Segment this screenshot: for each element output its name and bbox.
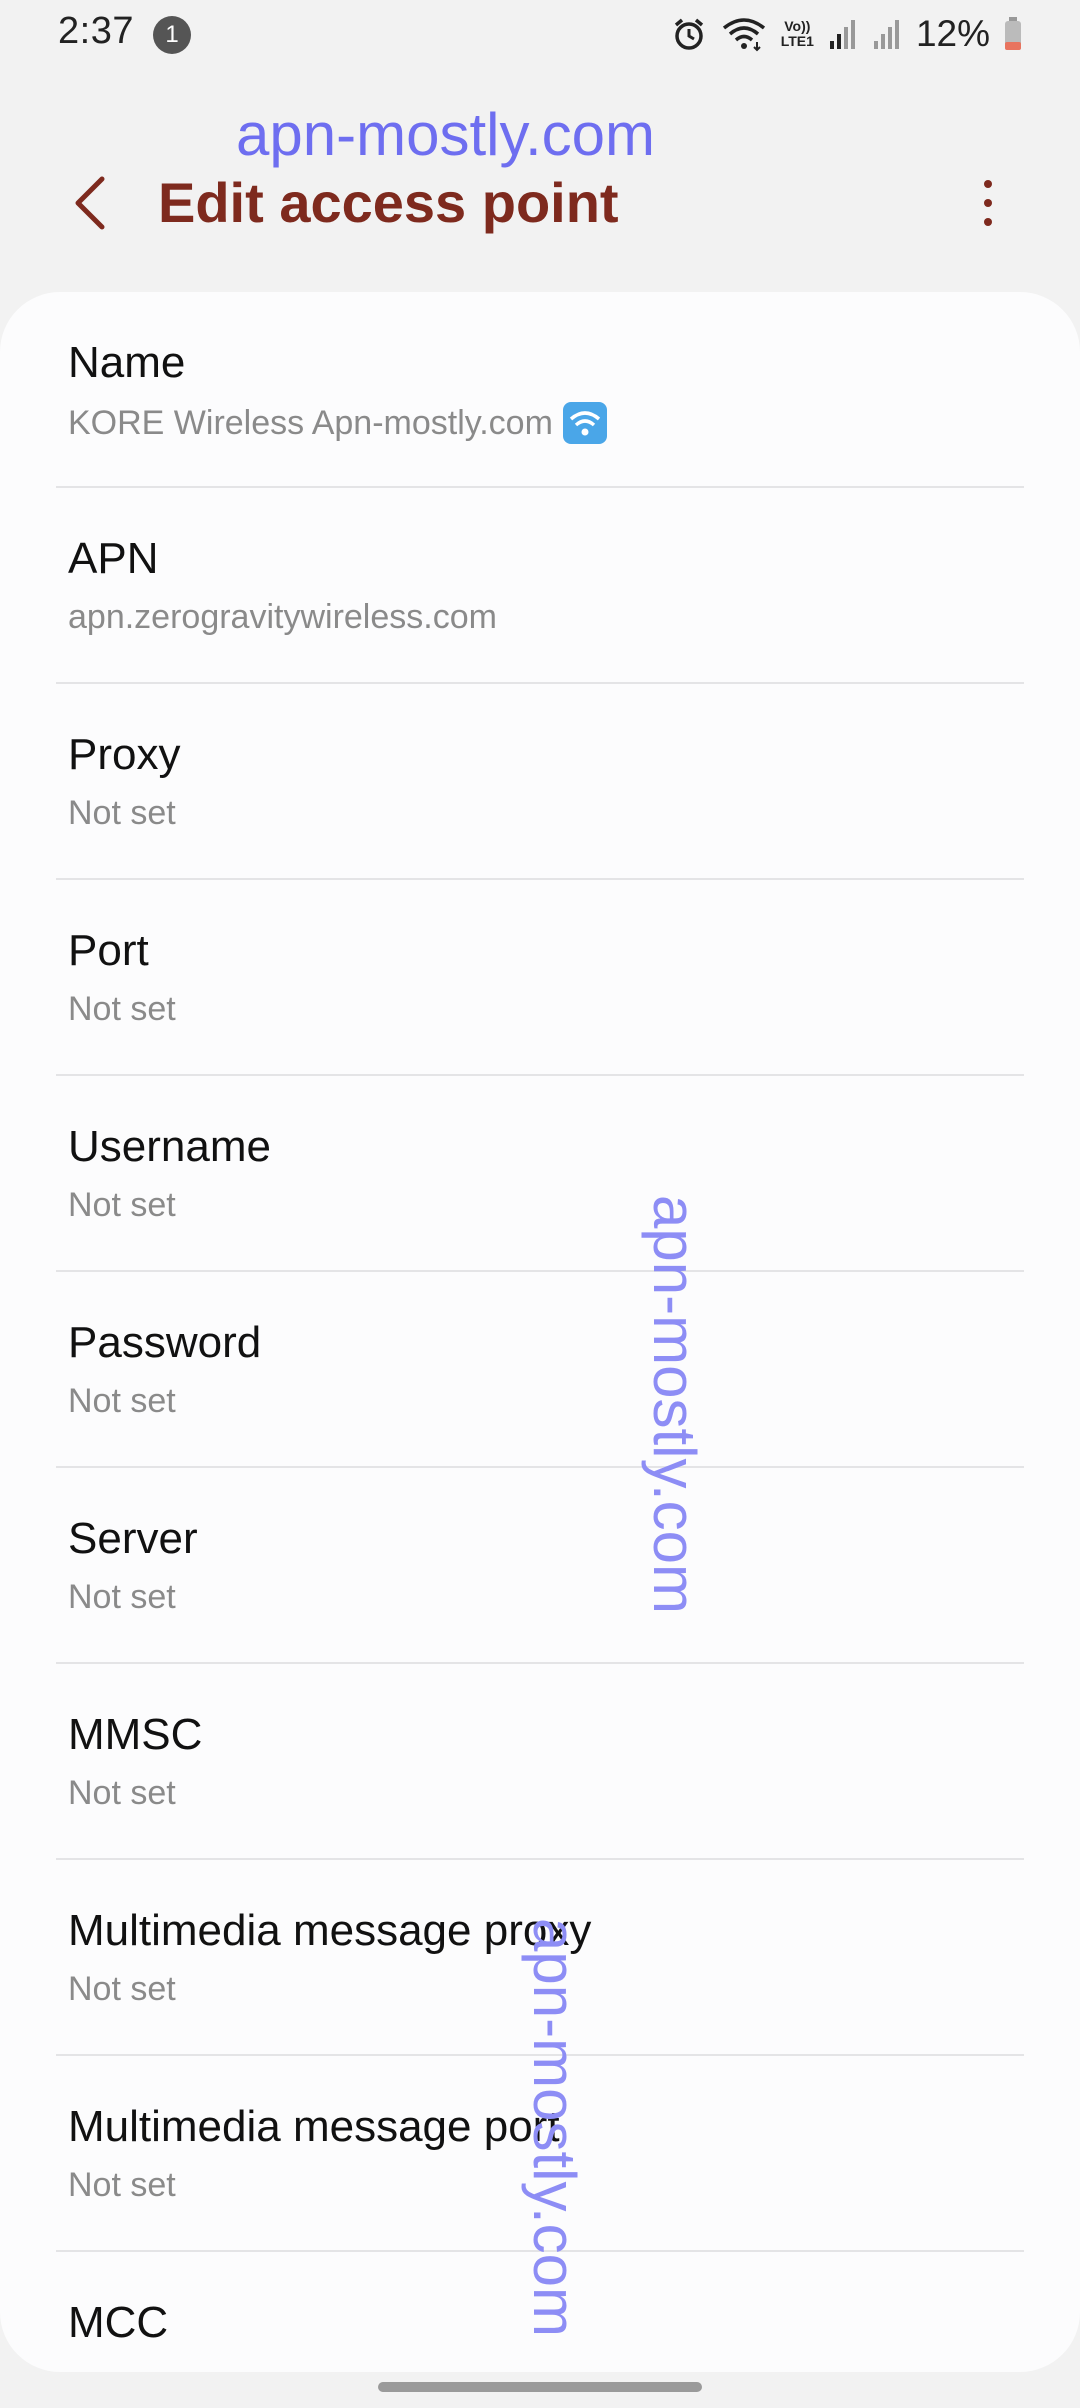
- watermark-vertical: apn-mostly.com: [641, 1195, 708, 1615]
- volte-icon: Vo)) LTE1: [781, 19, 814, 49]
- setting-item-server[interactable]: Server Not set: [0, 1468, 1080, 1664]
- page-title: Edit access point: [158, 171, 619, 234]
- setting-value: Not set: [68, 794, 176, 832]
- setting-label: MMSC: [68, 1710, 203, 1759]
- setting-label: Name: [68, 338, 186, 387]
- back-arrow-icon: [75, 176, 105, 230]
- notification-count-badge: 1: [153, 16, 191, 54]
- setting-value: KORE Wireless Apn-mostly.com: [68, 402, 607, 444]
- wifi-emoji-icon: [562, 402, 607, 444]
- setting-value: Not set: [68, 1774, 176, 1812]
- setting-label: Server: [68, 1514, 198, 1563]
- signal-icon-2: [872, 17, 902, 51]
- setting-item-name[interactable]: Name KORE Wireless Apn-mostly.com: [0, 292, 1080, 488]
- setting-item-mmsc[interactable]: MMSC Not set: [0, 1664, 1080, 1860]
- battery-percent: 12%: [915, 13, 990, 54]
- setting-item-username[interactable]: Username Not set: [0, 1076, 1080, 1272]
- alarm-icon: [671, 16, 707, 52]
- setting-value: Not set: [68, 1186, 176, 1224]
- setting-label: APN: [68, 534, 159, 583]
- status-bar: 2:37 1 Vo)) LTE1 12%: [0, 0, 1080, 70]
- setting-value: apn.zerogravitywireless.com: [68, 598, 497, 636]
- setting-value: Not set: [68, 1578, 176, 1616]
- signal-icon-1: [828, 17, 858, 51]
- battery-icon: [1004, 17, 1022, 51]
- wifi-icon: [721, 16, 767, 52]
- volte-label: Vo)): [784, 18, 811, 34]
- more-dot: [984, 180, 992, 188]
- setting-value: Not set: [68, 990, 176, 1028]
- more-options-button[interactable]: [966, 170, 1010, 236]
- watermark-text: apn-mostly.com: [236, 101, 656, 168]
- status-icons: Vo)) LTE1 12%: [671, 12, 1022, 56]
- setting-label: Port: [68, 926, 149, 975]
- watermark-vertical: apn-mostly.com: [521, 1918, 588, 2338]
- setting-value-text: KORE Wireless Apn-mostly.com: [68, 403, 553, 442]
- setting-value: Not set: [68, 2166, 176, 2204]
- setting-label: Multimedia message proxy: [68, 1906, 592, 1955]
- status-time: 2:37: [58, 10, 134, 52]
- lte-label: LTE1: [780, 33, 814, 49]
- setting-value: Not set: [68, 1382, 176, 1420]
- setting-item-apn[interactable]: APN apn.zerogravitywireless.com: [0, 488, 1080, 684]
- more-dot: [984, 218, 992, 226]
- home-indicator[interactable]: [378, 2382, 702, 2392]
- setting-item-password[interactable]: Password Not set: [0, 1272, 1080, 1468]
- setting-item-port[interactable]: Port Not set: [0, 880, 1080, 1076]
- setting-label: Username: [68, 1122, 271, 1171]
- setting-value: Not set: [68, 1970, 176, 2008]
- setting-label: Password: [68, 1318, 262, 1367]
- more-dot: [984, 199, 992, 207]
- back-button[interactable]: [60, 168, 120, 238]
- setting-label: MCC: [68, 2298, 169, 2347]
- setting-label: Multimedia message port: [68, 2102, 560, 2151]
- setting-label: Proxy: [68, 730, 181, 779]
- setting-item-proxy[interactable]: Proxy Not set: [0, 684, 1080, 880]
